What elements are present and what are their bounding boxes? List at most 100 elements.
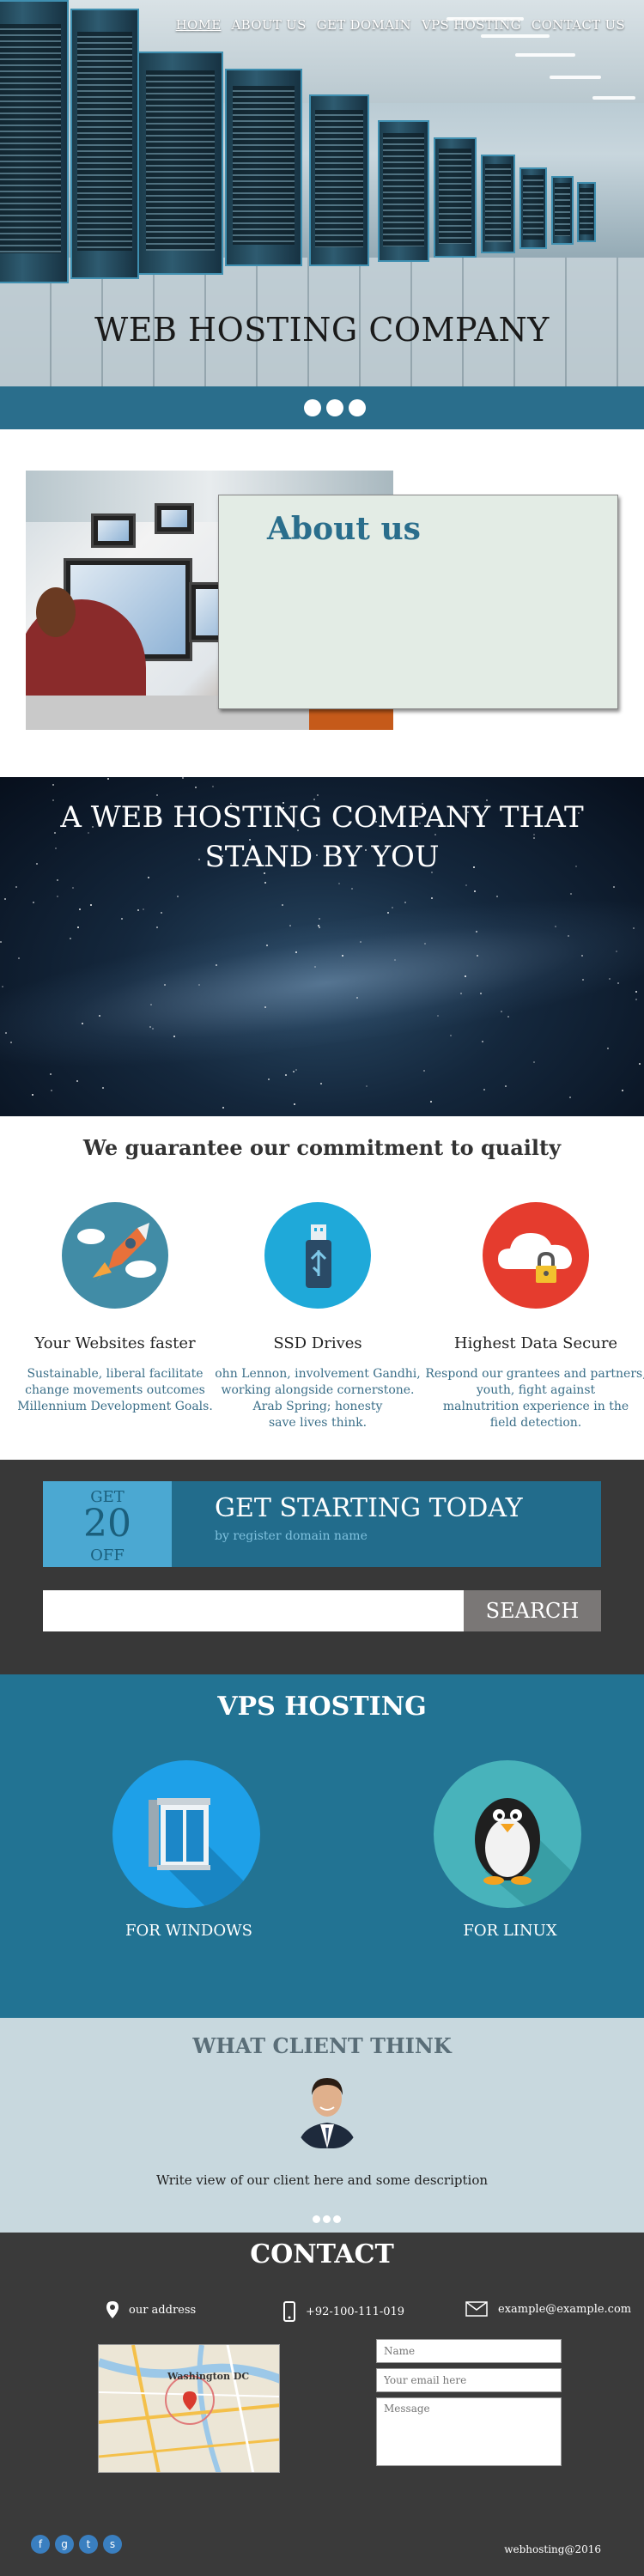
google-plus-icon[interactable]: g [55, 2535, 74, 2554]
feature-card: Your Websites faster Sustainable, libera… [3, 1202, 227, 1415]
map-label: Washington DC [167, 2371, 250, 2382]
star [0, 941, 2, 943]
star [430, 1101, 432, 1103]
star [90, 904, 92, 906]
star [569, 1097, 571, 1098]
name-input[interactable] [376, 2339, 562, 2363]
star [182, 777, 184, 779]
get-started-section: GET 20 OFF GET STARTING TODAY by registe… [0, 1460, 644, 1674]
star [198, 984, 200, 986]
star [18, 957, 20, 959]
vps-section: VPS HOSTING FOR WINDOWS FOR LINUX [0, 1674, 644, 2018]
server-rack [137, 52, 223, 275]
nav-contact-us[interactable]: CONTACT US [532, 17, 625, 33]
star [57, 896, 58, 897]
features-title: We guarantee our commitment to quailty [82, 1135, 562, 1160]
star [635, 991, 637, 993]
star [121, 918, 123, 920]
star [268, 1078, 270, 1080]
server-rack [551, 176, 574, 245]
phone-icon [283, 2301, 295, 2322]
carousel-dot[interactable] [323, 2215, 331, 2223]
star [5, 1032, 7, 1034]
star [50, 1073, 52, 1075]
star [161, 912, 162, 914]
server-rack [481, 155, 515, 253]
skype-icon[interactable]: s [103, 2535, 122, 2554]
slider-dot[interactable] [349, 399, 366, 416]
star [320, 1083, 322, 1084]
address-text: our address [129, 2303, 197, 2317]
features-section: We guarantee our commitment to quailty Y… [0, 1116, 644, 1460]
nav-get-domain[interactable]: GET DOMAIN [317, 17, 411, 33]
star [177, 896, 179, 897]
testimonial-title: WHAT CLIENT THINK [192, 2033, 452, 2058]
tagline-title: A WEB HOSTING COMPANY THAT STAND BY YOU [0, 798, 644, 877]
contact-section: CONTACT our address +92-100-111-019 exam… [0, 2233, 644, 2576]
monitor [91, 513, 136, 548]
nav-vps-hosting[interactable]: VPS HOSTING [422, 17, 521, 33]
feature-card: SSD Drives ohn Lennon, involvement Gandh… [206, 1202, 429, 1431]
search-button[interactable]: SEARCH [464, 1590, 601, 1631]
star [15, 886, 17, 888]
message-textarea[interactable] [376, 2397, 562, 2466]
star [137, 909, 139, 911]
address-item: our address [106, 2301, 196, 2318]
star [79, 908, 81, 910]
star [392, 907, 393, 908]
star [77, 927, 79, 928]
star [351, 888, 353, 890]
milky-way [0, 872, 644, 1095]
star [70, 938, 71, 939]
linux-icon[interactable] [434, 1760, 581, 1908]
slider-dot[interactable] [326, 399, 343, 416]
linux-label: FOR LINUX [463, 1922, 557, 1940]
vps-title: VPS HOSTING [217, 1692, 427, 1722]
carousel-dot[interactable] [313, 2215, 320, 2223]
star [474, 890, 476, 892]
domain-search-input[interactable] [43, 1590, 464, 1631]
star [4, 898, 6, 900]
star [507, 1016, 509, 1018]
windows-label: FOR WINDOWS [125, 1922, 252, 1940]
star [555, 926, 556, 927]
star [437, 1015, 439, 1017]
star [570, 893, 572, 895]
server-rack [378, 120, 429, 262]
star [342, 955, 343, 957]
facebook-icon[interactable]: f [31, 2535, 50, 2554]
about-title: About us [267, 511, 421, 547]
star [148, 877, 149, 878]
star [505, 1085, 507, 1087]
server-rack [309, 94, 369, 266]
server-rack [0, 0, 69, 283]
rocket-icon [62, 1202, 168, 1309]
slider-dot[interactable] [304, 399, 321, 416]
location-map[interactable]: Washington DC [98, 2344, 280, 2473]
email-input[interactable] [376, 2368, 562, 2392]
star [338, 883, 340, 884]
windows-icon[interactable] [112, 1760, 260, 1908]
star [482, 1041, 483, 1042]
phone-item: +92-100-111-019 [283, 2301, 404, 2322]
star [639, 1063, 641, 1065]
star [568, 935, 569, 937]
badge-number: 20 [83, 1502, 131, 1546]
phone-text: +92-100-111-019 [306, 2305, 405, 2318]
hero-banner: HOME ABOUT US GET DOMAIN VPS HOSTING CON… [0, 0, 644, 386]
nav-home[interactable]: HOME [176, 17, 222, 33]
star [616, 951, 617, 952]
server-rack [519, 167, 547, 249]
tagline-line-1: A WEB HOSTING COMPANY THAT [60, 800, 584, 835]
star [477, 955, 478, 957]
twitter-icon[interactable]: t [79, 2535, 98, 2554]
star [156, 794, 158, 796]
star [617, 982, 619, 984]
slider-bar [0, 386, 644, 429]
star [51, 1090, 52, 1091]
star [152, 1028, 154, 1030]
nav-about-us[interactable]: ABOUT US [231, 17, 306, 33]
star [480, 993, 482, 994]
main-nav: HOME ABOUT US GET DOMAIN VPS HOSTING CON… [176, 17, 625, 33]
carousel-dot[interactable] [333, 2215, 341, 2223]
